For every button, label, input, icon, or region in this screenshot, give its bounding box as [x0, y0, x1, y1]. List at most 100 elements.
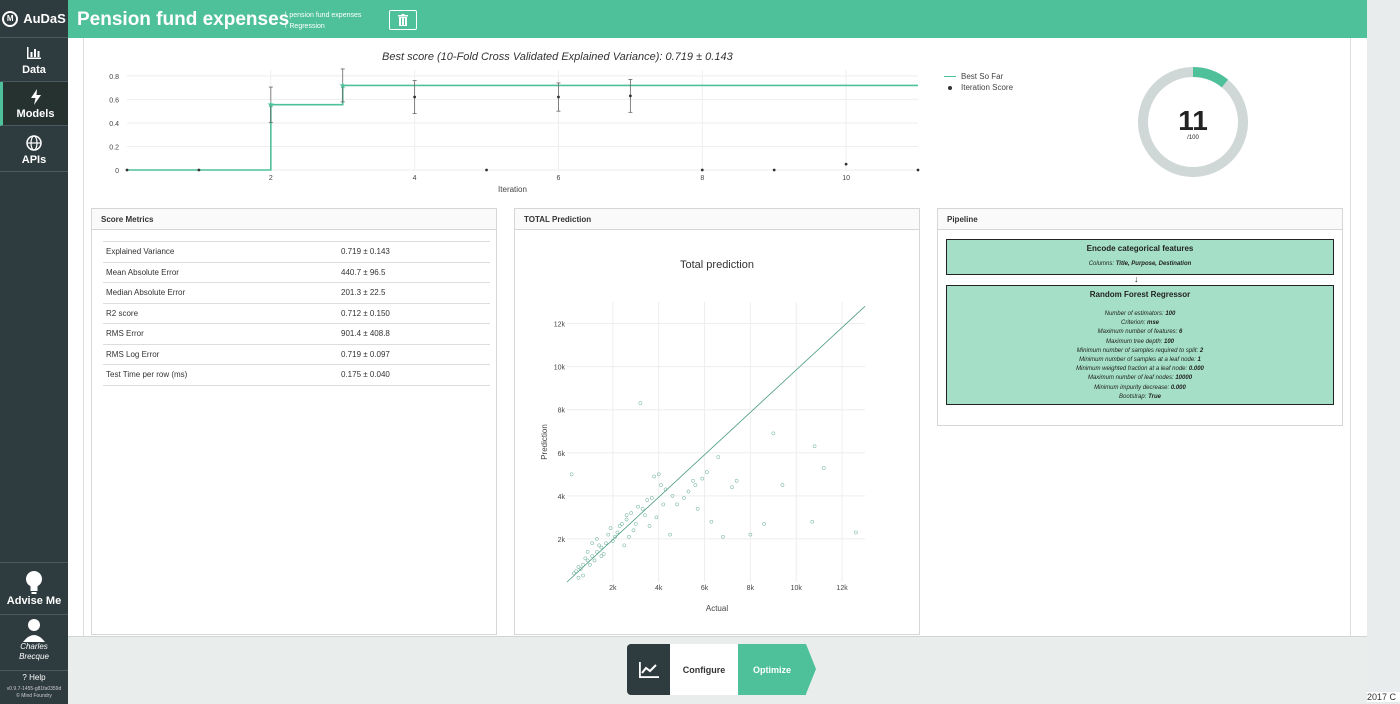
- scatter-point: [661, 502, 666, 507]
- company-name: © Mind Foundry: [16, 693, 52, 699]
- legend-item-iteration[interactable]: Iteration Score: [944, 82, 1013, 93]
- trend-chart-icon: [638, 661, 659, 678]
- scatter-point: [812, 444, 817, 449]
- scatter-point: [693, 483, 698, 487]
- metric-value: 0.719 ± 0.143: [338, 241, 490, 262]
- tag-task[interactable]: ⌇ Regression: [284, 21, 361, 32]
- pipeline-param: Minimum number of samples at a leaf node…: [947, 356, 1333, 365]
- pipeline-param: Maximum tree depth: 100: [947, 338, 1333, 347]
- metrics-table: Explained Variance 0.719 ± 0.143 Mean Abso…: [103, 241, 490, 386]
- metric-value: 0.719 ± 0.097: [338, 343, 490, 365]
- metric-value: 201.3 ± 22.5: [338, 282, 490, 303]
- table-row: Test Time per row (ms) 0.175 ± 0.040: [103, 364, 490, 386]
- table-row: Explained Variance 0.719 ± 0.143: [103, 241, 490, 262]
- scatter-point: [649, 496, 654, 500]
- x-tick-label: 6: [557, 175, 561, 182]
- pipeline-param: Criterion: mse: [947, 319, 1333, 328]
- metric-value: 0.712 ± 0.150: [338, 302, 490, 324]
- metric-value: 440.7 ± 96.5: [338, 261, 490, 283]
- table-row: Mean Absolute Error 440.7 ± 96.5: [103, 261, 490, 283]
- prediction-scatter-chart: Total prediction 2k 4k 6k 8k 10k 12k 2k 4k 6k 8k 10…: [540, 259, 866, 613]
- scatter-point: [640, 506, 645, 511]
- iteration-score-point: [772, 168, 776, 172]
- best-marker: ★: [267, 100, 275, 110]
- delete-button[interactable]: [389, 10, 417, 30]
- param-value: mse: [1147, 320, 1160, 327]
- iteration-score-point: [485, 168, 488, 172]
- param-value: 2: [1199, 347, 1204, 354]
- table-row: R2 score 0.712 ± 0.150: [103, 302, 490, 324]
- y-axis-label: Prediction: [540, 424, 549, 460]
- scatter-point: [624, 513, 629, 518]
- metric-value: 901.4 ± 408.8: [338, 323, 490, 344]
- pipeline-param: Minimum weighted fraction at a leaf node…: [947, 365, 1333, 374]
- scatter-point: [633, 521, 638, 526]
- scatter-point: [721, 534, 725, 539]
- scatter-point: [762, 521, 766, 526]
- y-tick-label: 10k: [554, 365, 566, 372]
- configure-step-button[interactable]: Configure: [670, 644, 738, 695]
- scatter-point: [606, 532, 611, 537]
- param-value: 1: [1197, 357, 1201, 364]
- param-name: Maximum number of features:: [1097, 329, 1178, 336]
- table-row: RMS Error 901.4 ± 408.8: [103, 323, 490, 344]
- identity-line: [566, 306, 866, 583]
- x-tick-label: 8: [700, 175, 704, 182]
- scatter-point: [700, 476, 705, 481]
- audas-logo-icon: M: [2, 10, 19, 27]
- iteration-score-point: [700, 168, 704, 172]
- scatter-point: [624, 517, 629, 522]
- legend-line-icon: [944, 76, 956, 77]
- advise-me-button[interactable]: Advise Me: [0, 562, 68, 612]
- y-tick-label: 0: [115, 168, 119, 175]
- x-axis-label: Actual: [706, 604, 728, 613]
- panel-title: TOTAL Prediction: [515, 209, 919, 230]
- pipeline-step-columns: Columns: Title, Purpose, Destination: [1088, 261, 1192, 267]
- scatter-point: [629, 511, 634, 515]
- pipeline-param: Minimum impurity decrease: 0.000: [947, 384, 1333, 393]
- scatter-point: [583, 556, 588, 561]
- sidebar-item-data[interactable]: Data: [0, 38, 68, 82]
- param-value: 10000: [1175, 375, 1193, 382]
- scatter-point: [645, 498, 650, 503]
- scatter-point: [590, 541, 595, 546]
- iteration-chart: 0 0.2 0.4 0.6 0.8 2 4 6 8 10 Iteration ★ ★: [109, 68, 920, 194]
- tag-dataset[interactable]: ⌇ pension fund expenses: [284, 10, 361, 21]
- legend-item-best[interactable]: Best So Far: [944, 71, 1013, 82]
- x-tick-label: 10k: [791, 585, 803, 592]
- pipeline-step-encode[interactable]: Encode categorical features Columns: Tit…: [946, 239, 1334, 275]
- scatter-point: [730, 485, 734, 490]
- x-tick-label: 10: [842, 175, 850, 182]
- y-tick-label: 0.6: [109, 97, 119, 104]
- pipeline-param: Minimum number of samples required to sp…: [947, 347, 1333, 356]
- x-tick-label: 8k: [747, 585, 755, 592]
- scatter-point: [716, 455, 721, 459]
- param-name: Maximum number of leaf nodes:: [1087, 375, 1174, 382]
- app-logo[interactable]: M AuDaS: [0, 0, 68, 38]
- app-name: AuDaS: [23, 11, 66, 26]
- scatter-point: [638, 401, 643, 406]
- pipeline-step-random-forest[interactable]: Random Forest Regressor Number of estima…: [946, 285, 1334, 405]
- param-value: 6: [1179, 329, 1183, 336]
- x-axis-label: Iteration: [498, 185, 527, 194]
- panel-title: Pipeline: [938, 209, 1342, 230]
- scatter-point: [627, 534, 631, 539]
- iteration-score-point: [557, 95, 560, 99]
- lightning-icon: [30, 88, 41, 105]
- scatter-point: [704, 470, 709, 475]
- user-profile[interactable]: Charles Brecque: [0, 614, 68, 668]
- y-tick-label: 0.8: [109, 74, 119, 81]
- param-name: Minimum number of samples at a leaf node…: [1079, 357, 1196, 364]
- help-link[interactable]: ? Help: [0, 670, 68, 682]
- best-marker: ★: [339, 80, 347, 90]
- scatter-point: [810, 519, 815, 524]
- sidebar-item-models[interactable]: Models: [0, 82, 68, 126]
- sidebar-item-apis[interactable]: APIs: [0, 128, 68, 172]
- iteration-score-point: [197, 168, 201, 172]
- scatter-point: [574, 569, 579, 574]
- metric-name: Explained Variance: [103, 241, 338, 262]
- workflow-home-button[interactable]: [627, 644, 670, 695]
- optimize-step-button[interactable]: Optimize: [738, 644, 806, 695]
- step-arrow: [806, 644, 816, 694]
- page-title: Pension fund expenses: [77, 9, 290, 30]
